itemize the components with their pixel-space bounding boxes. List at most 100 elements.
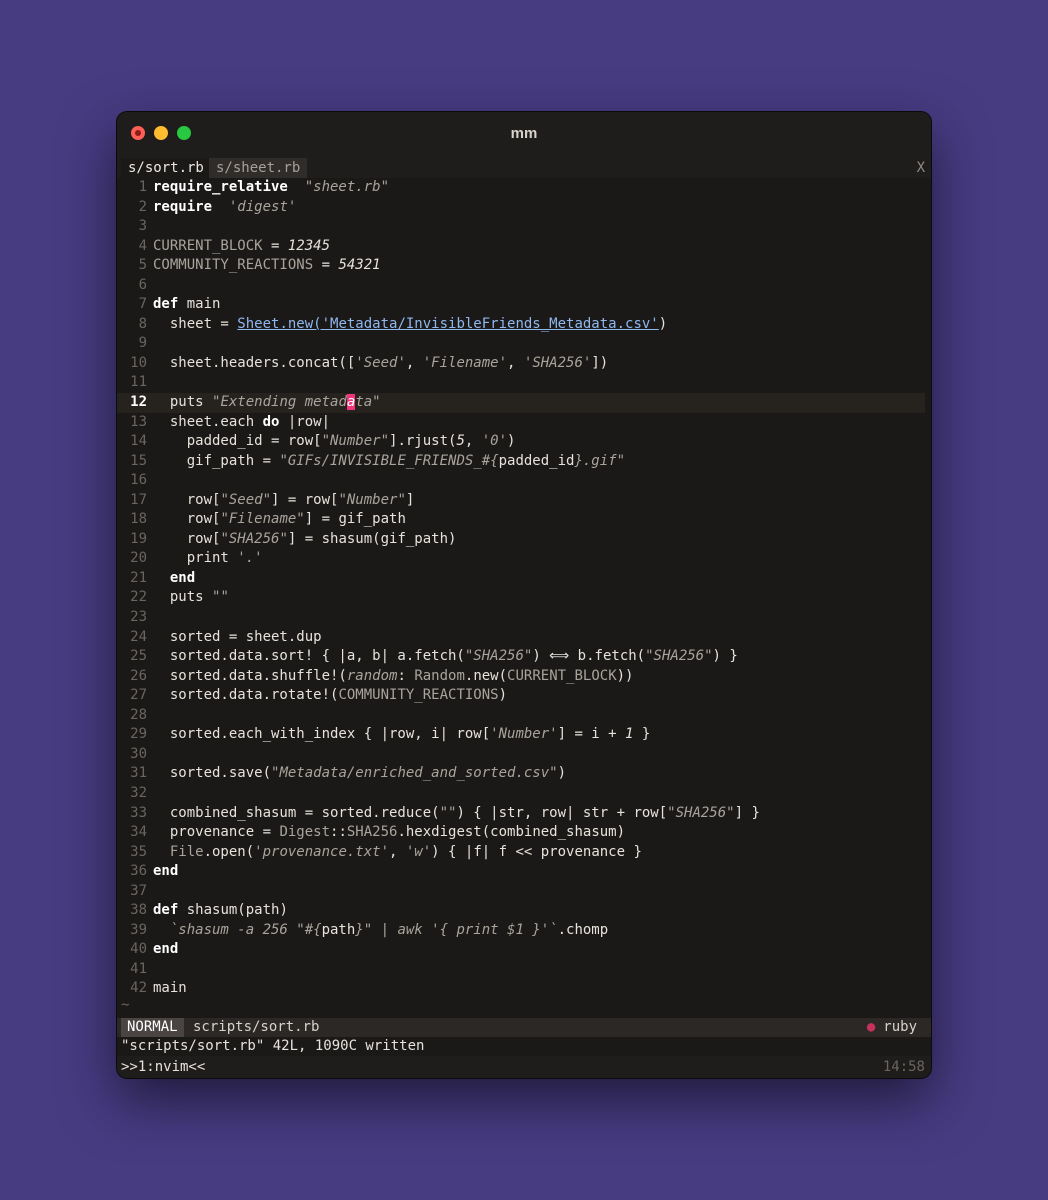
code-token: :: xyxy=(330,824,347,841)
code-token: , xyxy=(405,354,423,371)
code-line[interactable]: 32 xyxy=(117,784,931,804)
code-line[interactable]: 24 sorted = sheet.dup xyxy=(117,628,931,648)
line-text: sorted = sheet.dup xyxy=(153,629,322,645)
mode-indicator: NORMAL xyxy=(121,1018,184,1037)
string-token: "Number" xyxy=(338,491,406,508)
code-line[interactable]: 1 require_relative "sheet.rb" xyxy=(117,178,931,198)
code-token: ] = gif_path xyxy=(304,511,406,528)
code-token: |row| xyxy=(279,413,331,430)
line-text: def main xyxy=(153,296,220,312)
code-line[interactable]: 16 xyxy=(117,471,931,491)
code-line[interactable]: 17 row["Seed"] = row["Number"] xyxy=(117,491,931,511)
code-line[interactable]: 2 require 'digest' xyxy=(117,198,931,218)
string-token: "Metadata/enriched_and_sorted.csv" xyxy=(271,765,558,782)
code-line[interactable]: 23 xyxy=(117,608,931,628)
code-line[interactable]: 37 xyxy=(117,882,931,902)
line-number: 7 xyxy=(138,296,147,313)
code-line[interactable]: 15 gif_path = "GIFs/INVISIBLE_FRIENDS_#{… xyxy=(117,452,931,472)
status-file-path: scripts/sort.rb xyxy=(193,1019,320,1035)
line-text: sorted.data.shuffle!(random: Random.new(… xyxy=(153,667,634,684)
code-line[interactable]: 26 sorted.data.shuffle!(random: Random.n… xyxy=(117,667,931,687)
code-line[interactable]: 35 File.open('provenance.txt', 'w') { |f… xyxy=(117,843,931,863)
code-line[interactable]: 11 xyxy=(117,373,931,393)
code-token: row[ xyxy=(153,530,221,547)
keyword-token: require_relative xyxy=(153,179,288,195)
code-line[interactable]: 3 xyxy=(117,217,931,237)
line-text: main xyxy=(153,980,187,996)
filetype-label: ruby xyxy=(883,1019,917,1035)
line-number: 4 xyxy=(138,237,147,254)
code-line[interactable]: 38 def shasum(path) xyxy=(117,901,931,921)
tab-sort-rb[interactable]: s/sort.rb xyxy=(121,158,211,178)
code-line[interactable]: 28 xyxy=(117,706,931,726)
code-line[interactable]: 9 xyxy=(117,334,931,354)
tab-close-button[interactable]: X xyxy=(917,158,925,178)
line-number: 39 xyxy=(130,921,147,938)
tab-sheet-rb[interactable]: s/sheet.rb xyxy=(209,158,308,178)
code-token: ) xyxy=(507,433,516,450)
code-token: ] = shasum(gif_path) xyxy=(287,530,457,547)
line-number: 12 xyxy=(130,394,147,411)
line-number: 5 xyxy=(138,257,147,274)
line-number: 14 xyxy=(130,433,147,450)
line-number: 9 xyxy=(138,335,147,352)
code-line[interactable]: 13 sheet.each do |row| xyxy=(117,413,931,433)
line-number: 8 xyxy=(138,315,147,332)
code-line[interactable]: 34 provenance = Digest::SHA256.hexdigest… xyxy=(117,823,931,843)
code-token: , xyxy=(507,354,524,371)
code-line[interactable]: 39 `shasum -a 256 "#{path}" | awk '{ pri… xyxy=(117,921,931,941)
code-line[interactable]: 6 xyxy=(117,276,931,296)
code-token: ) xyxy=(498,687,508,704)
code-token: sorted = sheet.dup xyxy=(153,628,322,645)
string-token: "" xyxy=(439,804,457,821)
code-token: ) xyxy=(658,315,668,332)
line-text: sorted.data.sort! { |a, b| a.fetch("SHA2… xyxy=(153,648,738,664)
code-line[interactable]: 33 combined_shasum = sorted.reduce("") {… xyxy=(117,804,931,824)
code-line[interactable]: 14 padded_id = row["Number"].rjust(5, '0… xyxy=(117,432,931,452)
code-line[interactable]: 10 sheet.headers.concat(['Seed', 'Filena… xyxy=(117,354,931,374)
string-token: "Filename" xyxy=(220,511,305,528)
code-token: : xyxy=(397,667,415,684)
code-line[interactable]: 29 sorted.each_with_index { |row, i| row… xyxy=(117,725,931,745)
code-line[interactable]: 7 def main xyxy=(117,295,931,315)
constant-token: CURRENT_BLOCK xyxy=(507,667,617,684)
code-line[interactable]: 31 sorted.save("Metadata/enriched_and_so… xyxy=(117,764,931,784)
command-message: "scripts/sort.rb" 42L, 1090C written xyxy=(121,1038,425,1054)
code-line[interactable]: 20 print '.' xyxy=(117,549,931,569)
code-line[interactable]: 4 CURRENT_BLOCK = 12345 xyxy=(117,237,931,257)
code-line[interactable]: 40 end xyxy=(117,940,931,960)
line-text: sorted.each_with_index { |row, i| row['N… xyxy=(153,726,650,742)
filetype-indicator: ● ruby xyxy=(867,1018,917,1037)
code-line[interactable]: 19 row["SHA256"] = shasum(gif_path) xyxy=(117,530,931,550)
code-token: row[ xyxy=(153,491,221,508)
code-token: sorted.data.shuffle!( xyxy=(153,667,347,684)
code-line[interactable]: 8 sheet = Sheet.new('Metadata/InvisibleF… xyxy=(117,315,931,335)
code-line[interactable]: 41 xyxy=(117,960,931,980)
ruby-icon: ● xyxy=(866,1019,876,1035)
empty-line-marker: ~ xyxy=(121,997,130,1013)
code-token: padded_id = row[ xyxy=(153,433,322,450)
line-number: 3 xyxy=(138,218,147,235)
code-token: ] } xyxy=(734,804,760,821)
code-token: main xyxy=(178,296,221,313)
line-text: combined_shasum = sorted.reduce("") { |s… xyxy=(153,805,760,821)
code-line[interactable]: 30 xyxy=(117,745,931,765)
code-token: ) ⟺ b.fetch( xyxy=(532,648,646,665)
code-line[interactable]: 21 end xyxy=(117,569,931,589)
code-token: , xyxy=(389,843,406,860)
tmux-window-list[interactable]: >>1:nvim<< xyxy=(121,1056,205,1078)
code-line[interactable]: 42 main xyxy=(117,979,931,999)
title-bar: mm xyxy=(117,112,931,156)
code-line[interactable]: 27 sorted.data.rotate!(COMMUNITY_REACTIO… xyxy=(117,686,931,706)
code-line[interactable]: 18 row["Filename"] = gif_path xyxy=(117,510,931,530)
line-number: 1 xyxy=(138,179,147,195)
code-line[interactable]: 25 sorted.data.sort! { |a, b| a.fetch("S… xyxy=(117,647,931,667)
code-token: puts xyxy=(153,589,213,606)
code-editor[interactable]: 1 require_relative "sheet.rb" 2 require 'di… xyxy=(117,178,931,999)
code-line[interactable]: 12 puts "Extending metadata" xyxy=(117,393,925,413)
code-token: sheet.headers.concat([ xyxy=(153,354,356,371)
code-line[interactable]: 36 end xyxy=(117,862,931,882)
code-line[interactable]: 22 puts "" xyxy=(117,588,931,608)
code-line[interactable]: 5 COMMUNITY_REACTIONS = 54321 xyxy=(117,256,931,276)
string-token: 'w' xyxy=(405,843,432,860)
